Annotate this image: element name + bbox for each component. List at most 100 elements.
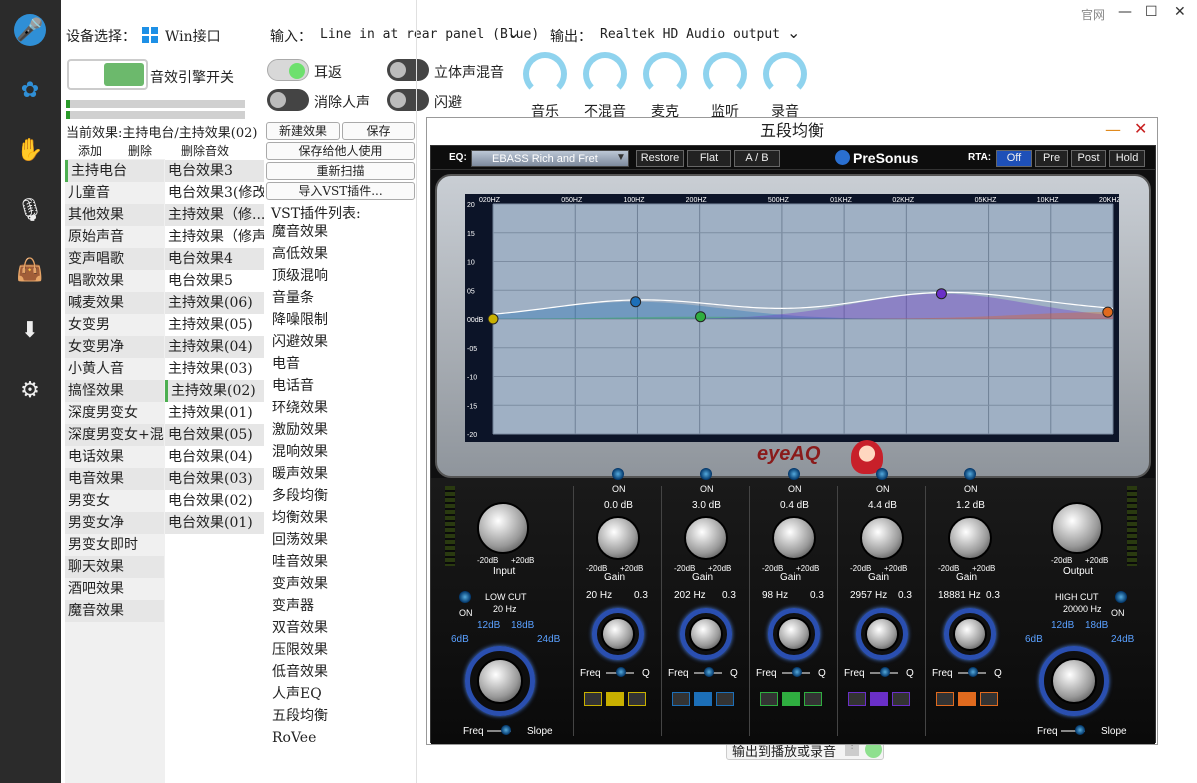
- vst-plugin-list[interactable]: 魔音效果 高低效果 顶级混响 音量条 降噪限制 闪避效果 电音 电话音 环绕效果 激励效果 混响效果…: [266, 221, 416, 749]
- category-item[interactable]: 魔音效果: [65, 600, 164, 622]
- preset-item[interactable]: 主持效果（修...: [165, 204, 264, 226]
- band-freq-knob[interactable]: [777, 617, 811, 651]
- effects-category-list[interactable]: 主持电台 儿童音 其他效果 原始声音 变声唱歌 唱歌效果 喊麦效果 女变男 女变男净 小黄人音 搞怪…: [65, 160, 164, 622]
- vst-plugin-item[interactable]: 低音效果: [266, 661, 416, 683]
- band-gain-knob[interactable]: [596, 516, 640, 560]
- category-item[interactable]: 电音效果: [65, 468, 164, 490]
- vst-plugin-item[interactable]: 顶级混响: [266, 265, 416, 287]
- band-q-slider-knob[interactable]: [616, 667, 626, 677]
- vst-plugin-item[interactable]: 魔音效果: [266, 221, 416, 243]
- vst-plugin-item[interactable]: 暖声效果: [266, 463, 416, 485]
- category-item[interactable]: 其他效果: [65, 204, 164, 226]
- band-gain-knob[interactable]: [860, 516, 904, 560]
- preset-item[interactable]: 主持效果(04): [165, 336, 264, 358]
- band-q-slider-knob[interactable]: [792, 667, 802, 677]
- engine-switch[interactable]: [67, 59, 148, 90]
- input-chevron-down-icon[interactable]: ⌄: [507, 23, 520, 42]
- eq-flat-button[interactable]: Flat: [687, 150, 731, 167]
- preset-item[interactable]: 电台效果(05): [165, 424, 264, 446]
- category-item[interactable]: 唱歌效果: [65, 270, 164, 292]
- filter-peak-icon[interactable]: [870, 692, 888, 706]
- band-handle[interactable]: [935, 288, 947, 300]
- band-handle[interactable]: [630, 296, 642, 308]
- save-button[interactable]: 保存: [342, 122, 415, 140]
- preset-item[interactable]: 主持效果(03): [165, 358, 264, 380]
- download-icon[interactable]: ⬇: [14, 314, 46, 346]
- band-q-slider-knob[interactable]: [704, 667, 714, 677]
- filter-lowshelf-icon[interactable]: [848, 692, 866, 706]
- category-item[interactable]: 男变女即时: [65, 534, 164, 556]
- preset-item[interactable]: 电台效果(04): [165, 446, 264, 468]
- vst-plugin-item[interactable]: 电音: [266, 353, 416, 375]
- vst-plugin-item[interactable]: 双音效果: [266, 617, 416, 639]
- output-gain-knob[interactable]: [1051, 502, 1103, 554]
- filter-highshelf-icon[interactable]: [980, 692, 998, 706]
- add-button[interactable]: 添加: [78, 142, 102, 159]
- filter-peak-icon[interactable]: [606, 692, 624, 706]
- band-handle[interactable]: [487, 313, 499, 325]
- category-item[interactable]: 深度男变女+混响: [65, 424, 164, 446]
- preset-item[interactable]: 主持效果(05): [165, 314, 264, 336]
- input-gain-knob[interactable]: [477, 502, 529, 554]
- preset-item[interactable]: 电台效果5: [165, 270, 264, 292]
- band-freq-knob[interactable]: [865, 617, 899, 651]
- earback-toggle[interactable]: [267, 59, 309, 81]
- category-item[interactable]: 儿童音: [65, 182, 164, 204]
- music-volume-knob[interactable]: [523, 52, 567, 96]
- close-button[interactable]: ✕: [1174, 4, 1186, 20]
- category-item[interactable]: 男变女净: [65, 512, 164, 534]
- nomix-volume-knob[interactable]: [583, 52, 627, 96]
- eq-preset-select[interactable]: EBASS Rich and Fret ▼: [471, 150, 629, 167]
- band-gain-knob[interactable]: [684, 516, 728, 560]
- preset-item[interactable]: 电台效果3: [165, 160, 264, 182]
- filter-highshelf-icon[interactable]: [892, 692, 910, 706]
- filter-peak-icon[interactable]: [782, 692, 800, 706]
- rescan-button[interactable]: 重新扫描: [266, 162, 415, 180]
- mic-volume-knob[interactable]: [643, 52, 687, 96]
- vst-plugin-item[interactable]: 高低效果: [266, 243, 416, 265]
- category-item[interactable]: 变声唱歌: [65, 248, 164, 270]
- delete-effect-button[interactable]: 删除音效: [181, 142, 229, 159]
- device-value[interactable]: Win接口: [165, 26, 221, 46]
- preset-item[interactable]: 主持效果(02): [165, 380, 264, 402]
- new-effect-button[interactable]: 新建效果: [266, 122, 340, 140]
- vst-plugin-item[interactable]: 电话音: [266, 375, 416, 397]
- vocal-remove-toggle[interactable]: [267, 89, 309, 111]
- record-volume-knob[interactable]: [763, 52, 807, 96]
- filter-lowshelf-icon[interactable]: [672, 692, 690, 706]
- official-site-link[interactable]: 官网: [1081, 6, 1105, 23]
- category-item[interactable]: 女变男净: [65, 336, 164, 358]
- vst-plugin-item[interactable]: 闪避效果: [266, 331, 416, 353]
- preset-item[interactable]: 主持效果(06): [165, 292, 264, 314]
- hand-icon[interactable]: ✋: [14, 134, 46, 166]
- filter-lowshelf-icon[interactable]: [936, 692, 954, 706]
- rta-hold-button[interactable]: Hold: [1109, 150, 1145, 167]
- band-on-led[interactable]: [876, 468, 888, 480]
- band-on-led[interactable]: [788, 468, 800, 480]
- lowcut-knob[interactable]: [477, 658, 523, 704]
- category-item[interactable]: 小黄人音: [65, 358, 164, 380]
- save-share-button[interactable]: 保存给他人使用: [266, 142, 415, 160]
- vst-plugin-item[interactable]: 多段均衡: [266, 485, 416, 507]
- category-item[interactable]: 搞怪效果: [65, 380, 164, 402]
- band-freq-knob[interactable]: [953, 617, 987, 651]
- stereo-mix-toggle[interactable]: [387, 59, 429, 81]
- maximize-button[interactable]: ☐: [1145, 4, 1158, 20]
- vst-plugin-item[interactable]: 激励效果: [266, 419, 416, 441]
- eq-close-button[interactable]: ✕: [1134, 119, 1147, 138]
- output-chevron-down-icon[interactable]: ⌄: [787, 23, 800, 42]
- preset-item[interactable]: 主持效果(01): [165, 402, 264, 424]
- vst-plugin-item[interactable]: 压限效果: [266, 639, 416, 661]
- filter-lowshelf-icon[interactable]: [584, 692, 602, 706]
- preset-item[interactable]: 主持效果（修声): [165, 226, 264, 248]
- rta-off-button[interactable]: Off: [996, 150, 1032, 167]
- category-item[interactable]: 深度男变女: [65, 402, 164, 424]
- band-gain-knob[interactable]: [948, 516, 992, 560]
- delete-button[interactable]: 删除: [128, 142, 152, 159]
- rta-post-button[interactable]: Post: [1071, 150, 1106, 167]
- band-on-led[interactable]: [700, 468, 712, 480]
- vst-plugin-item[interactable]: 变声器: [266, 595, 416, 617]
- vst-plugin-item[interactable]: 哇音效果: [266, 551, 416, 573]
- vst-plugin-item[interactable]: RoVee: [266, 727, 416, 749]
- eq-restore-button[interactable]: Restore: [636, 150, 684, 167]
